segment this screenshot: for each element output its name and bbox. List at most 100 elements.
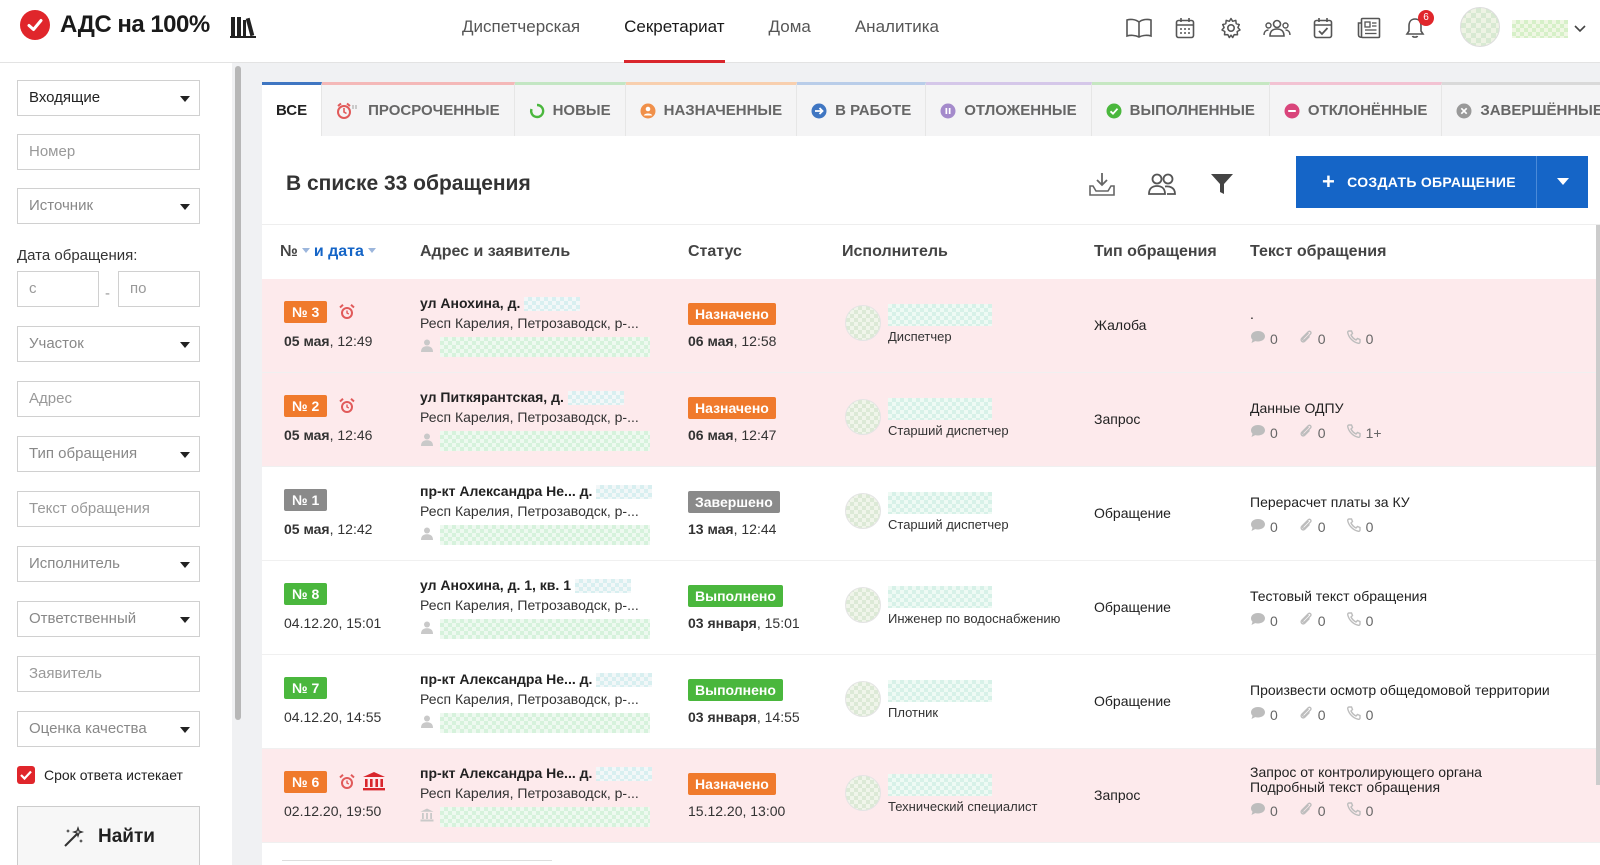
sort-caret-icon[interactable] [301, 248, 310, 254]
book-icon[interactable] [1116, 14, 1162, 42]
address-input[interactable]: Адрес [17, 381, 200, 417]
executor-avatar[interactable] [845, 305, 881, 341]
calendar-check-icon[interactable] [1300, 14, 1346, 42]
sort-caret-icon[interactable] [367, 248, 376, 254]
table-row[interactable]: № 1 05 мая, 12:42 пр-кт Александра Не... д… [262, 467, 1600, 561]
applicant[interactable] [420, 525, 650, 545]
comment-counter[interactable]: 0 [1250, 330, 1278, 347]
tab-0[interactable]: ВСЕ [262, 82, 323, 136]
calendar-icon[interactable] [1162, 14, 1208, 42]
number-input[interactable]: Номер [17, 134, 200, 170]
deadline-checkbox[interactable] [17, 766, 35, 784]
text-input[interactable]: Текст обращения [17, 491, 200, 527]
quality-select[interactable]: Оценка качества [17, 711, 200, 747]
direction-select[interactable]: Входящие [17, 80, 200, 116]
tab-4[interactable]: В РАБОТЕ [797, 82, 927, 136]
phone-counter[interactable]: 0 [1346, 705, 1373, 724]
applicant-input[interactable]: Заявитель [17, 656, 200, 692]
tab-2[interactable]: НОВЫЕ [514, 82, 626, 136]
col-address[interactable]: Адрес и заявитель [420, 243, 570, 261]
pagination[interactable] [282, 860, 552, 865]
applicant[interactable] [420, 337, 650, 357]
executor-avatar[interactable] [845, 681, 881, 717]
col-status[interactable]: Статус [688, 243, 742, 261]
applicant[interactable] [420, 807, 650, 827]
sidebar-scrollbar[interactable] [235, 66, 241, 720]
paperclip-counter[interactable]: 0 [1298, 611, 1326, 630]
request-number-badge[interactable]: № 7 [284, 677, 328, 699]
bell-icon[interactable]: 6 [1392, 10, 1438, 42]
comment-counter[interactable]: 0 [1250, 424, 1278, 441]
news-icon[interactable] [1346, 14, 1392, 42]
tab-6[interactable]: ВЫПОЛНЕННЫЕ [1091, 82, 1270, 136]
phone-counter[interactable]: 0 [1346, 611, 1373, 630]
sort-by-date[interactable]: и дата [314, 243, 364, 260]
type-select[interactable]: Тип обращения [17, 436, 200, 472]
find-button[interactable]: Найти [17, 806, 200, 865]
executor-avatar[interactable] [845, 493, 881, 529]
paperclip-counter[interactable]: 0 [1298, 517, 1326, 536]
paperclip-counter[interactable]: 0 [1298, 329, 1326, 348]
request-number-badge[interactable]: № 2 [284, 395, 328, 417]
col-number[interactable]: № и дата [280, 243, 380, 261]
table-scrollbar[interactable] [1596, 225, 1600, 785]
applicant[interactable] [420, 619, 650, 639]
executor-name-redacted[interactable] [888, 304, 992, 326]
filter-icon[interactable] [1204, 166, 1240, 202]
paperclip-counter[interactable]: 0 [1298, 705, 1326, 724]
phone-counter[interactable]: 0 [1346, 329, 1373, 348]
responsible-select[interactable]: Ответственный [17, 601, 200, 637]
gear-icon[interactable] [1208, 14, 1254, 42]
create-request-button[interactable]: + СОЗДАТЬ ОБРАЩЕНИЕ [1296, 156, 1536, 208]
table-row[interactable]: № 2 05 мая, 12:46 ул Питкярантская, д. Респ… [262, 373, 1600, 467]
request-number-badge[interactable]: № 6 [284, 771, 328, 793]
request-number-badge[interactable]: № 3 [284, 301, 328, 323]
table-row[interactable]: № 8 04.12.20, 15:01 ул Анохина, д. 1, кв. … [262, 561, 1600, 655]
request-number-badge[interactable]: № 8 [284, 583, 328, 605]
executor-name-redacted[interactable] [888, 586, 992, 608]
executor-select[interactable]: Исполнитель [17, 546, 200, 582]
create-dropdown-button[interactable] [1536, 156, 1588, 208]
phone-counter[interactable]: 0 [1346, 517, 1373, 536]
executor-avatar[interactable] [845, 587, 881, 623]
table-row[interactable]: № 7 04.12.20, 14:55 пр-кт Александра Не...… [262, 655, 1600, 749]
executor-avatar[interactable] [845, 775, 881, 811]
date-from-input[interactable]: с [17, 271, 99, 307]
tab-7[interactable]: ОТКЛОНЁННЫЕ [1269, 82, 1443, 136]
brand-logo[interactable]: АДС на 100% [20, 10, 210, 40]
executor-name-redacted[interactable] [888, 492, 992, 514]
executor-name-redacted[interactable] [888, 680, 992, 702]
applicant[interactable] [420, 431, 650, 451]
district-select[interactable]: Участок [17, 326, 200, 362]
nav-item-2[interactable]: Дома [747, 0, 833, 63]
comment-counter[interactable]: 0 [1250, 612, 1278, 629]
download-icon[interactable] [1084, 166, 1120, 202]
nav-item-3[interactable]: Аналитика [833, 0, 961, 63]
applicant[interactable] [420, 713, 650, 733]
nav-item-1[interactable]: Секретариат [602, 0, 746, 63]
nav-item-0[interactable]: Диспетчерская [440, 0, 602, 63]
library-icon[interactable] [230, 14, 256, 43]
col-type[interactable]: Тип обращения [1094, 243, 1217, 261]
table-row[interactable]: № 3 05 мая, 12:49 ул Анохина, д. Респ Карел… [262, 279, 1600, 373]
tab-8[interactable]: ЗАВЕРШЁННЫЕ [1442, 82, 1600, 136]
col-executor[interactable]: Исполнитель [842, 243, 948, 261]
phone-counter[interactable]: 1+ [1346, 423, 1382, 442]
users-icon[interactable] [1254, 14, 1300, 42]
tab-1[interactable]: ПРОСРОЧЕННЫЕ [322, 82, 515, 136]
table-row[interactable]: № 6 02.12.20, 19:50 пр-кт Александра Не...… [262, 749, 1600, 843]
comment-counter[interactable]: 0 [1250, 706, 1278, 723]
executor-avatar[interactable] [845, 399, 881, 435]
paperclip-counter[interactable]: 0 [1298, 423, 1326, 442]
user-name-redacted[interactable] [1512, 20, 1568, 38]
paperclip-counter[interactable]: 0 [1298, 801, 1326, 820]
tab-3[interactable]: НАЗНАЧЕННЫЕ [625, 82, 798, 136]
phone-counter[interactable]: 0 [1346, 801, 1373, 820]
date-to-input[interactable]: по [118, 271, 200, 307]
chevron-down-icon[interactable] [1574, 20, 1586, 38]
col-text[interactable]: Текст обращения [1250, 243, 1386, 261]
group-icon[interactable] [1144, 166, 1180, 202]
source-select[interactable]: Источник [17, 188, 200, 224]
tab-5[interactable]: ОТЛОЖЕННЫЕ [926, 82, 1092, 136]
avatar[interactable] [1460, 7, 1500, 47]
